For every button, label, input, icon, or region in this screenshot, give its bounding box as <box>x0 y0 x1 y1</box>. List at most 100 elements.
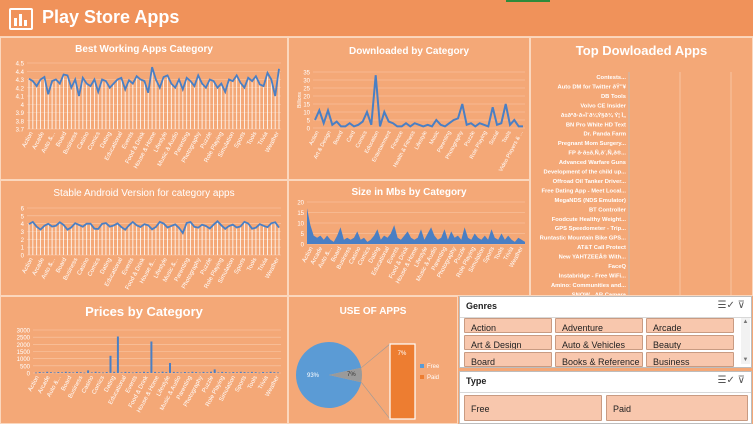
best-working-plot: 4.54.44.34.24.143.93.83.7ActionArcadeAut… <box>16 62 281 170</box>
downloads-plot: 35302520151050ActionArt & Design Board Car… <box>297 71 525 173</box>
price-bar <box>42 372 45 373</box>
y-tick-label: 6 <box>21 207 25 213</box>
price-bar <box>277 372 279 374</box>
price-bar <box>83 372 86 374</box>
y-tick-label: 3.7 <box>16 128 25 134</box>
app-name-label: Auto DM for Twitter ðŸ”¥ <box>558 83 627 90</box>
y-tick-label: 3.8 <box>16 119 25 125</box>
use-of-apps-plot: 93% 7% 7% Free Paid <box>295 342 440 420</box>
y-tick-label: 3000 <box>17 329 31 335</box>
y-tick-label: 4 <box>21 103 25 109</box>
downloads-chart[interactable]: Downloaded by Category 35 30 25 20 15 10 5 0 Act… <box>288 37 530 180</box>
android-version-chart[interactable]: Stable Android Version for category apps… <box>0 180 288 296</box>
app-name-label: Foodcute Healthy Weight... <box>552 217 627 223</box>
genres-slicer[interactable]: Genres ☰✓ ⊽ Action Adventure Arcade Art … <box>459 296 752 368</box>
genre-chip[interactable]: Auto & Vehicles <box>555 335 643 350</box>
price-bar <box>217 372 220 373</box>
x-tick-label: Board <box>333 130 345 146</box>
price-bar <box>157 372 160 373</box>
app-name-label: Offroad Oil Tanker Driver... <box>553 179 627 185</box>
type-slicer[interactable]: Type ☰✓ ⊽ Free Paid <box>459 371 752 424</box>
price-bar <box>87 370 90 373</box>
y-tick-label: 3.9 <box>16 111 25 117</box>
slicer-header: Genres ☰✓ ⊽ <box>460 297 751 318</box>
price-bar <box>250 371 253 373</box>
bar-chart-logo-icon <box>9 8 33 30</box>
app-name-label: Amino: Communities and... <box>551 283 626 289</box>
use-of-apps-chart[interactable]: USE OF APPS 93% 7% 7% Free Paid <box>288 296 458 424</box>
y-tick-label: 10 <box>297 222 304 228</box>
price-bar <box>90 372 93 373</box>
y-tick-label: 5 <box>307 119 311 125</box>
y-tick-label: 20 <box>297 201 304 207</box>
genre-chip[interactable]: Board <box>464 352 552 367</box>
price-bar <box>38 372 41 373</box>
price-bar <box>61 372 64 373</box>
sheet-accent <box>506 0 550 2</box>
other-percent-label: 7% <box>347 372 356 378</box>
type-chip[interactable]: Paid <box>606 395 748 421</box>
app-name-label: ð±ðºð·ð»Ï´ð¼Ý§ð¾ Ý¦ Ì„ <box>561 111 626 119</box>
slicer-scrollbar[interactable]: ▲ ▼ <box>741 318 750 364</box>
price-bar <box>68 372 71 373</box>
price-bar <box>150 341 153 373</box>
x-tick-label: Tools <box>501 130 512 144</box>
price-bar <box>221 371 224 373</box>
price-bar <box>228 372 231 374</box>
prices-chart[interactable]: Prices by Category 3000 2500 2000 1500 1000 5… <box>0 296 288 424</box>
scroll-down-icon[interactable]: ▼ <box>741 357 750 363</box>
top-apps-chart[interactable]: Top Dowloaded Apps 048Contests...Auto DM… <box>530 37 753 296</box>
price-bar <box>64 371 67 373</box>
price-bar <box>224 372 227 373</box>
app-name-label: Volvo CE Insider <box>580 103 626 109</box>
app-name-label: FaceQ <box>608 264 626 270</box>
genre-chip[interactable]: Action <box>464 318 552 333</box>
price-bar <box>206 372 209 373</box>
y-tick-label: 3 <box>21 230 25 236</box>
price-bar <box>213 369 216 373</box>
app-name-label: DB Tools <box>601 94 626 100</box>
price-bar <box>146 372 149 373</box>
genre-chip[interactable]: Books & Reference <box>555 352 643 367</box>
price-bar <box>198 372 201 374</box>
price-bar <box>254 372 257 373</box>
price-bar <box>46 371 49 373</box>
genre-chip[interactable]: Art & Design <box>464 335 552 350</box>
price-bar <box>57 372 60 373</box>
genre-chip[interactable]: Business <box>646 352 734 367</box>
y-tick-label: 4.2 <box>16 86 25 92</box>
multi-select-icon[interactable]: ☰✓ <box>718 300 735 311</box>
y-tick-label: 4.5 <box>16 62 25 68</box>
price-bar <box>113 371 116 373</box>
x-tick-label: Action <box>308 130 320 146</box>
y-tick-label: 0 <box>21 254 25 260</box>
clear-filter-icon[interactable]: ⊽ <box>738 300 745 311</box>
y-tick-label: 15 <box>297 211 304 217</box>
price-bar <box>94 371 97 373</box>
y-tick-label: 4.4 <box>16 70 25 76</box>
slicer-label: Genres <box>466 301 498 311</box>
genre-chip[interactable]: Arcade <box>646 318 734 333</box>
price-bar <box>102 372 104 374</box>
price-bar <box>124 371 127 373</box>
genre-chip[interactable]: Adventure <box>555 318 643 333</box>
clear-filter-icon[interactable]: ⊽ <box>738 375 745 386</box>
y-tick-label: 500 <box>20 364 31 370</box>
size-chart[interactable]: Size in Mbs by Category 20 15 10 5 0 Action Ar… <box>288 180 530 296</box>
best-working-chart[interactable]: Best Working Apps Category 4.5 4.4 4.3 4.2 4… <box>0 37 288 180</box>
price-bar <box>49 372 52 373</box>
y-tick-label: 4.1 <box>16 95 25 101</box>
type-chip[interactable]: Free <box>464 395 602 421</box>
price-bar <box>131 372 134 374</box>
x-tick-label: Social <box>488 130 500 146</box>
price-bar <box>172 371 175 373</box>
y-tick-label: 35 <box>303 71 310 77</box>
price-bar <box>247 372 250 373</box>
price-bar <box>202 371 205 373</box>
price-bar <box>128 372 131 373</box>
legend-swatch-free <box>420 364 424 368</box>
app-name-label: BN Pro White HD Text <box>566 122 626 128</box>
genre-chip[interactable]: Beauty <box>646 335 734 350</box>
multi-select-icon[interactable]: ☰✓ <box>718 375 735 386</box>
scroll-up-icon[interactable]: ▲ <box>741 319 750 325</box>
